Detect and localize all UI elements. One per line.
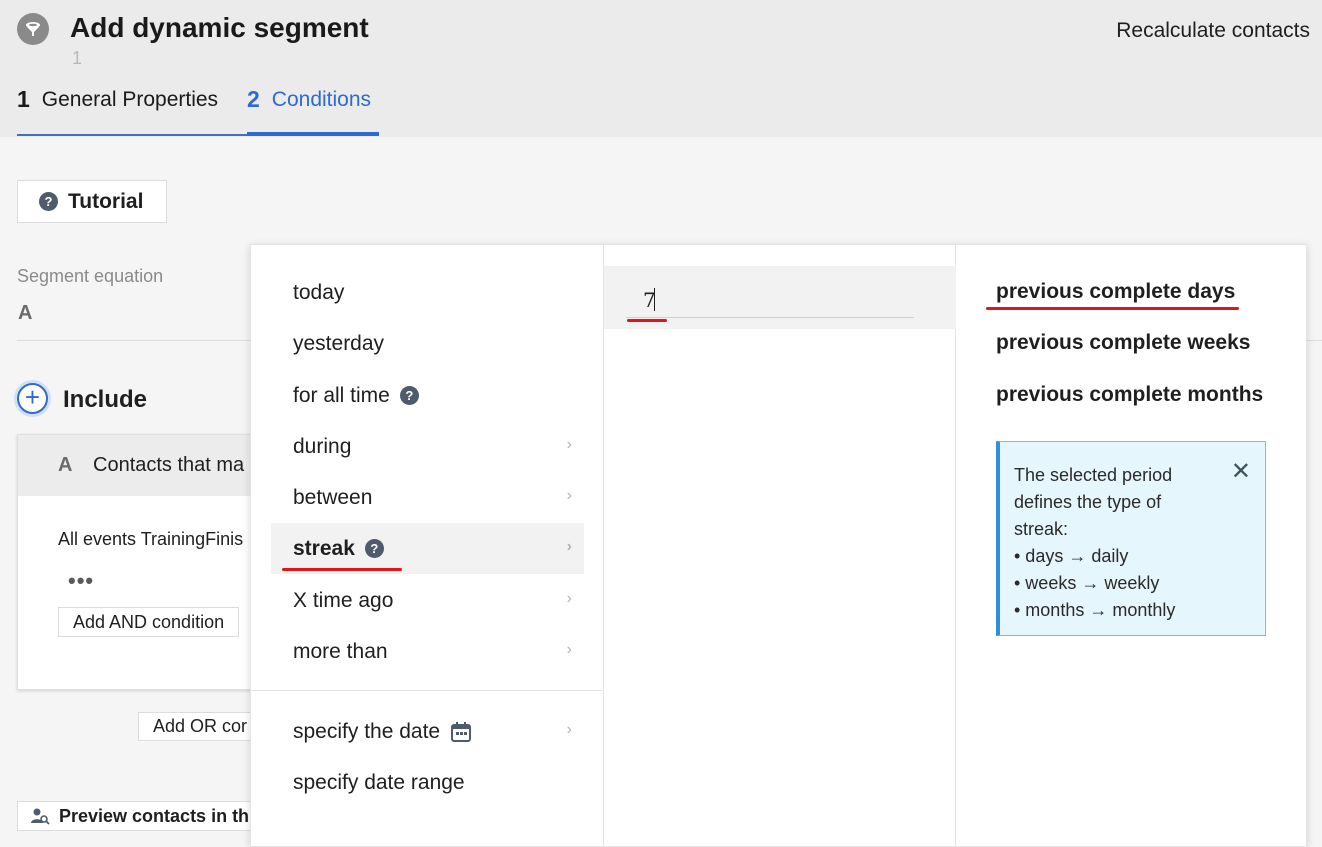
chevron-right-icon: › [566,721,572,738]
add-and-condition-button[interactable]: Add AND condition [58,607,240,637]
page-title: Add dynamic segment [70,12,369,43]
period-months-option[interactable]: previous complete months [996,383,1263,407]
option-during[interactable]: during › [271,421,584,472]
option-between[interactable]: between › [271,472,584,523]
include-heading: Include [63,386,148,413]
option-label: during [293,434,352,458]
option-label: yesterday [293,331,385,355]
info-line: • days → daily [1014,546,1129,566]
chevron-right-icon: › [566,590,572,607]
option-streak[interactable]: streak ? › [271,523,584,574]
segment-equation-value: A [18,302,33,324]
number-highlight-underline [627,319,667,322]
add-or-condition-button[interactable]: Add OR cor [138,712,263,741]
chevron-right-icon: › [566,538,572,555]
option-label: for all time [293,383,390,407]
calendar-icon [451,721,472,742]
info-text: The selected period defines the type of … [1014,465,1173,539]
segment-equation-label: Segment equation [17,266,164,286]
help-icon[interactable]: ? [399,386,419,405]
segment-funnel-icon [17,13,49,45]
tab-label: General Properties [41,88,219,111]
add-include-plus-icon[interactable]: + [17,383,48,414]
option-label: specify date range [293,770,465,794]
chevron-right-icon: › [566,487,572,504]
condition-events-text: All events TrainingFinis [58,529,244,549]
option-specify-the-date[interactable]: specify the date › [271,706,584,757]
more-options-icon[interactable]: ••• [68,568,94,594]
page-header: Add dynamic segment 1 Recalculate contac… [0,0,1322,137]
tab-conditions[interactable]: 2 Conditions [247,86,379,136]
text-caret [654,288,655,311]
chevron-right-icon: › [566,436,572,453]
option-specify-date-range[interactable]: specify date range [271,757,584,808]
option-for-all-time[interactable]: for all time ? [271,370,584,421]
option-label: streak [293,536,355,560]
streak-info-box: ✕ The selected period defines the type o… [996,441,1266,636]
info-line: • weeks → weekly [1014,573,1160,593]
preview-contacts-label: Preview contacts in th [59,805,250,826]
tab-general-properties[interactable]: 1 General Properties [17,86,247,136]
streak-count-input[interactable] [626,282,914,318]
info-line: • months → monthly [1014,600,1176,620]
period-weeks-option[interactable]: previous complete weeks [996,331,1250,355]
option-label: between [293,485,373,509]
option-label: more than [293,639,388,663]
option-x-time-ago[interactable]: X time ago › [271,575,584,626]
tab-number: 2 [247,86,260,112]
streak-highlight-underline [282,568,402,571]
tab-number: 1 [17,86,30,112]
option-yesterday[interactable]: yesterday [271,318,584,369]
condition-letter: A [58,454,73,476]
streak-count-column [604,245,956,847]
divider [251,690,604,691]
period-days-option[interactable]: previous complete days [996,280,1235,304]
option-label: specify the date [293,719,441,743]
tutorial-button[interactable]: ? Tutorial [17,180,167,223]
user-search-icon [31,808,50,825]
option-more-than[interactable]: more than › [271,626,584,677]
help-icon: ? [39,192,58,211]
chevron-right-icon: › [566,641,572,658]
option-today[interactable]: today [271,267,584,318]
tab-label: Conditions [271,88,372,111]
option-label: today [293,280,345,304]
period-unit-column: previous complete days previous complete… [956,245,1308,847]
period-type-list: today yesterday for all time ? during › … [251,245,604,847]
tutorial-label: Tutorial [68,189,144,213]
help-icon[interactable]: ? [364,539,384,558]
days-highlight-underline [986,307,1239,310]
recalculate-contacts-button[interactable]: Recalculate contacts [1116,19,1310,43]
option-label: X time ago [293,588,394,612]
condition-title: Contacts that ma [93,454,245,476]
date-filter-dropdown: today yesterday for all time ? during › … [250,244,1307,847]
page-subtitle: 1 [72,48,83,68]
close-icon[interactable]: ✕ [1231,460,1251,484]
